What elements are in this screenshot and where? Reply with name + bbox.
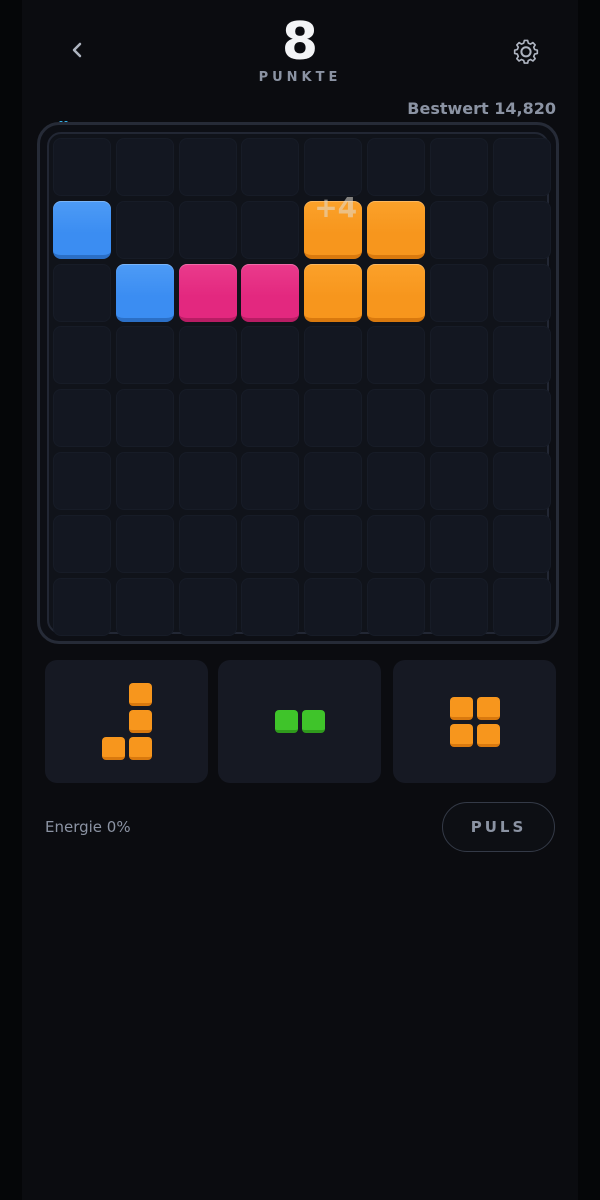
board-cell[interactable]: [492, 200, 551, 259]
board-cell[interactable]: [367, 577, 425, 636]
settings-button[interactable]: [510, 34, 542, 66]
board-frame: +4: [37, 122, 559, 644]
square-piece[interactable]: [449, 696, 500, 747]
board-cell[interactable]: [178, 452, 237, 510]
board-cell[interactable]: [53, 452, 111, 510]
piece-cell: [274, 710, 298, 733]
tray-slot-2[interactable]: [218, 660, 381, 783]
board-cell[interactable]: [492, 138, 551, 196]
board-cell[interactable]: [429, 326, 488, 385]
board-cell[interactable]: [115, 514, 174, 573]
board-cell[interactable]: [178, 389, 237, 448]
board-cell[interactable]: [429, 577, 488, 636]
board-cell[interactable]: [492, 452, 551, 510]
board-cell[interactable]: [304, 326, 363, 385]
board-cell[interactable]: [53, 138, 111, 196]
board-cell[interactable]: [115, 200, 174, 259]
board-cell[interactable]: [304, 138, 363, 196]
board-cell[interactable]: [178, 138, 237, 196]
board-cell[interactable]: [304, 577, 363, 636]
board-cell[interactable]: [115, 452, 174, 510]
board-cell[interactable]: [429, 200, 488, 259]
piece-cell: [476, 723, 500, 747]
domino-piece[interactable]: [274, 710, 325, 733]
energy-label: Energie 0%: [45, 818, 131, 836]
j-piece[interactable]: [101, 683, 152, 760]
board-cell[interactable]: [304, 389, 363, 448]
board-cell[interactable]: [115, 389, 174, 448]
board-cell[interactable]: [241, 326, 300, 385]
piece-cell: [101, 737, 125, 760]
block-pink: [178, 263, 237, 322]
board-cell[interactable]: [304, 452, 363, 510]
board-cell[interactable]: [115, 326, 174, 385]
board-cell[interactable]: [178, 200, 237, 259]
board-cell[interactable]: [429, 389, 488, 448]
board-cell[interactable]: [241, 389, 300, 448]
board-cell[interactable]: [492, 263, 551, 322]
board-cell[interactable]: [53, 326, 111, 385]
board-cell[interactable]: [241, 514, 300, 573]
best-score: Bestwert 14,820: [407, 99, 556, 118]
block-orange: [304, 263, 363, 322]
piece-cell: [128, 737, 152, 760]
game-screen: 8 PUNKTE Bestwert 14,820 +4 Energie 0% P…: [22, 0, 578, 1200]
board-cell[interactable]: [178, 577, 237, 636]
board-cell[interactable]: [178, 326, 237, 385]
piece-cell: [449, 696, 473, 720]
board-cell[interactable]: [241, 200, 300, 259]
score-popup: +4: [314, 190, 358, 224]
board-cell[interactable]: [53, 514, 111, 573]
board-cell[interactable]: [429, 138, 488, 196]
piece-cell: [476, 696, 500, 720]
tray-slot-3[interactable]: [393, 660, 556, 783]
board-cell[interactable]: [429, 263, 488, 322]
board-cell[interactable]: [367, 452, 425, 510]
board-cell[interactable]: [53, 577, 111, 636]
board-cell[interactable]: [492, 514, 551, 573]
tray-slot-1[interactable]: [45, 660, 208, 783]
score-label: PUNKTE: [258, 70, 342, 85]
gear-icon: [513, 39, 539, 64]
board-cell[interactable]: [492, 389, 551, 448]
block-orange: [367, 200, 425, 259]
piece-cell: [128, 683, 152, 706]
block-orange: [367, 263, 425, 322]
block-blue: [53, 200, 111, 259]
board-cell[interactable]: [241, 577, 300, 636]
block-pink: [241, 263, 300, 322]
board-cell[interactable]: [367, 326, 425, 385]
board-cell[interactable]: [492, 577, 551, 636]
board-cell[interactable]: [241, 452, 300, 510]
board-cell[interactable]: [304, 514, 363, 573]
game-board[interactable]: +4: [47, 132, 551, 636]
board-cell[interactable]: [241, 138, 300, 196]
score-value: 8: [281, 12, 319, 72]
piece-cell: [128, 710, 152, 733]
piece-cell: [449, 723, 473, 747]
board-cell[interactable]: [115, 577, 174, 636]
block-blue: [115, 263, 174, 322]
board-cell[interactable]: [429, 514, 488, 573]
board-cell[interactable]: [429, 452, 488, 510]
board-cell[interactable]: [178, 514, 237, 573]
board-cell[interactable]: [367, 389, 425, 448]
board-cell[interactable]: [53, 389, 111, 448]
board-cell[interactable]: [367, 514, 425, 573]
board-cell[interactable]: [53, 263, 111, 322]
board-cell[interactable]: [367, 138, 425, 196]
piece-cell: [301, 710, 325, 733]
pulse-button[interactable]: PULS: [442, 802, 555, 852]
board-cell[interactable]: [115, 138, 174, 196]
board-cell[interactable]: [492, 326, 551, 385]
